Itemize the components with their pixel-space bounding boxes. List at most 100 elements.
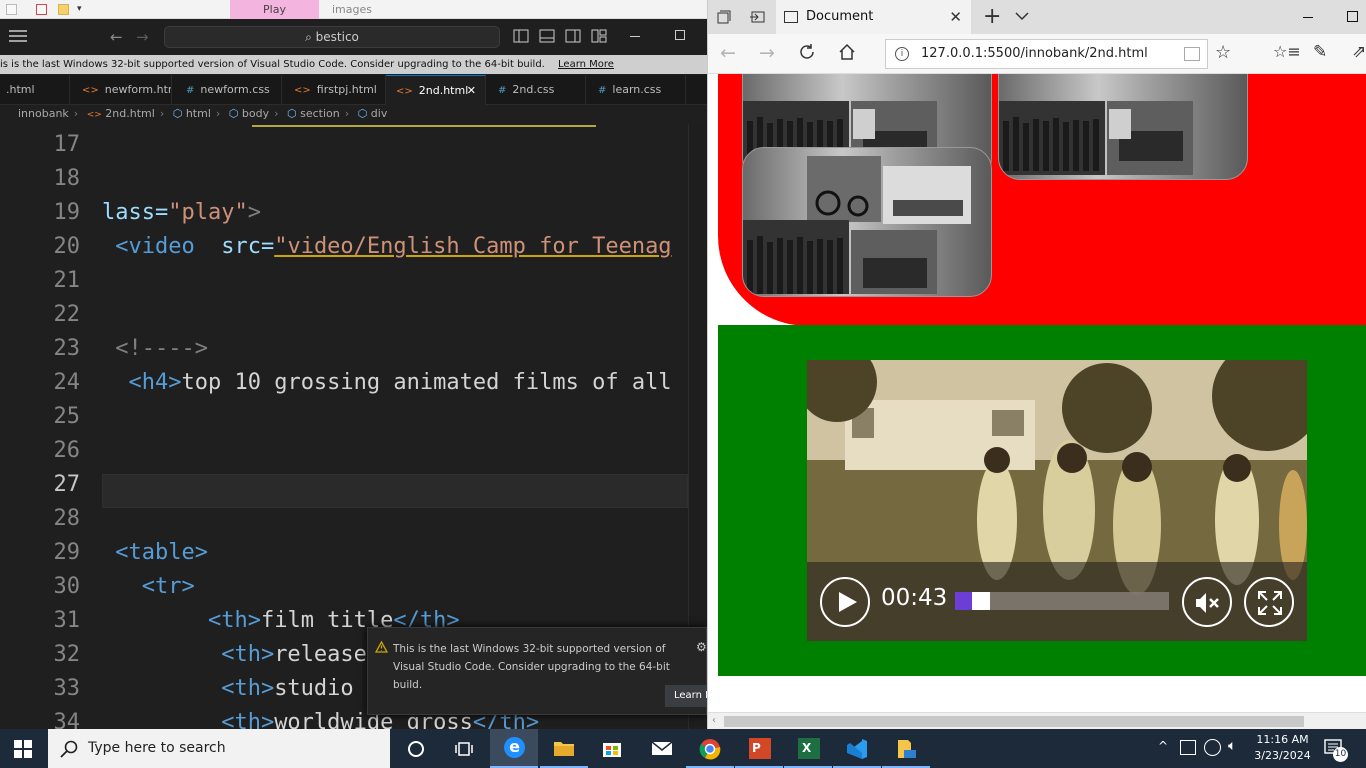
breadcrumb-item[interactable]: html bbox=[186, 107, 211, 120]
tab-firstpj-html[interactable]: <> firstpj.html bbox=[282, 75, 386, 105]
chrome-app-icon[interactable] bbox=[686, 729, 734, 768]
learn-more-button[interactable]: Learn M bbox=[665, 685, 711, 707]
windows-start-icon[interactable] bbox=[14, 740, 32, 758]
breadcrumb-item[interactable]: 2nd.html bbox=[105, 107, 155, 120]
fullscreen-button[interactable] bbox=[1244, 577, 1294, 627]
excel-app-icon[interactable]: X bbox=[784, 729, 832, 768]
properties-icon[interactable] bbox=[36, 4, 47, 15]
quick-access-icon[interactable] bbox=[6, 4, 17, 15]
file-folder-app-icon[interactable] bbox=[882, 729, 930, 768]
banner-text: is is the last Windows 32-bit supported … bbox=[0, 59, 545, 70]
page-icon bbox=[784, 11, 798, 23]
element-symbol-icon: ⬡ bbox=[172, 107, 183, 120]
folder-title: images bbox=[332, 3, 372, 16]
mail-app-icon[interactable] bbox=[638, 729, 686, 768]
tab-newform-css[interactable]: # newform.css bbox=[172, 75, 282, 105]
tab-2nd-css[interactable]: #2nd.css bbox=[486, 75, 586, 105]
cortana-icon[interactable] bbox=[392, 729, 440, 768]
scroll-residue-underline bbox=[252, 124, 596, 127]
system-clock[interactable]: 11:16 AM 3/23/2024 bbox=[1250, 732, 1315, 764]
tab-label: .html bbox=[6, 83, 35, 96]
code-line: <!----> bbox=[102, 336, 208, 361]
command-center-search[interactable]: ⌕ bestico bbox=[164, 26, 500, 48]
forward-arrow-icon[interactable]: → bbox=[136, 28, 149, 46]
scroll-left-icon[interactable]: ‹ bbox=[712, 715, 716, 726]
forward-arrow-icon[interactable]: → bbox=[759, 42, 775, 64]
site-info-icon[interactable]: i bbox=[895, 47, 909, 61]
tab-html[interactable]: .html bbox=[0, 75, 70, 105]
play-button[interactable] bbox=[820, 577, 870, 627]
url-text: 127.0.0.1:5500/innobank/2nd.html bbox=[921, 46, 1148, 61]
share-icon[interactable]: ⇗ bbox=[1352, 42, 1366, 62]
breadcrumb-item[interactable]: div bbox=[371, 107, 388, 120]
seek-thumb[interactable] bbox=[972, 592, 990, 610]
gear-icon[interactable]: ⚙ bbox=[696, 640, 707, 654]
video-player[interactable]: 00:43 bbox=[807, 360, 1307, 641]
mute-button[interactable] bbox=[1182, 577, 1232, 627]
web-note-icon[interactable]: ✎ bbox=[1313, 42, 1327, 62]
vscode-app-icon[interactable] bbox=[833, 729, 881, 768]
new-folder-icon[interactable] bbox=[58, 4, 69, 15]
minimize-icon[interactable] bbox=[1303, 17, 1313, 18]
tab-2nd-html[interactable]: <> 2nd.html ✕ bbox=[386, 75, 486, 105]
browser-tab-bar: Document ✕ + bbox=[708, 0, 1366, 34]
minimize-icon[interactable] bbox=[630, 36, 640, 37]
banner-learn-more-link[interactable]: Learn More bbox=[558, 59, 614, 70]
scrollbar-thumb[interactable] bbox=[724, 716, 1304, 727]
browser-address-bar: ← → i 127.0.0.1:5500/innobank/2nd.html ☆… bbox=[708, 34, 1366, 74]
favorites-hub-icon[interactable]: ☆≡ bbox=[1273, 42, 1301, 61]
menu-icon[interactable] bbox=[9, 29, 27, 43]
maximize-icon[interactable] bbox=[675, 30, 685, 40]
video-seek-bar[interactable] bbox=[955, 592, 1169, 610]
customize-layout-icon[interactable] bbox=[591, 29, 607, 43]
store-app-icon[interactable] bbox=[588, 729, 636, 768]
toggle-secondary-sidebar-icon[interactable] bbox=[565, 29, 581, 43]
volume-icon[interactable]: 🔈︎ bbox=[1228, 738, 1236, 754]
line-number: 29 bbox=[53, 540, 81, 565]
toggle-panel-icon[interactable] bbox=[539, 29, 555, 43]
tab-label: learn.css bbox=[612, 83, 662, 96]
vscode-title-bar: ← → ⌕ bestico bbox=[0, 19, 707, 55]
element-symbol-icon: ⬡ bbox=[228, 107, 239, 120]
powerpoint-app-icon[interactable]: P bbox=[735, 729, 783, 768]
tab-label: 2nd.html bbox=[418, 84, 469, 97]
horizontal-scrollbar[interactable]: ‹ bbox=[708, 712, 1366, 729]
line-number: 21 bbox=[53, 268, 81, 293]
reading-view-icon[interactable] bbox=[1184, 47, 1200, 61]
url-input[interactable]: i 127.0.0.1:5500/innobank/2nd.html bbox=[885, 39, 1208, 69]
favorite-star-icon[interactable]: ☆ bbox=[1215, 42, 1231, 63]
show-hidden-icons-icon[interactable]: ^ bbox=[1158, 739, 1168, 753]
maximize-icon[interactable] bbox=[1347, 11, 1358, 22]
close-tab-icon[interactable]: ✕ bbox=[467, 76, 476, 105]
back-arrow-icon[interactable]: ← bbox=[720, 42, 736, 64]
video-section-green: 00:43 bbox=[718, 325, 1366, 676]
network-globe-icon[interactable] bbox=[1204, 739, 1221, 756]
play-ribbon-tab[interactable]: Play bbox=[230, 0, 319, 19]
taskbar-search-box[interactable]: Type here to search bbox=[48, 729, 390, 768]
breadcrumb-item[interactable]: body bbox=[242, 107, 269, 120]
set-tabs-aside-icon[interactable] bbox=[749, 10, 765, 24]
task-view-icon[interactable] bbox=[440, 729, 488, 768]
chevron-down-icon[interactable] bbox=[1015, 12, 1029, 21]
qat-dropdown-icon[interactable]: ▾ bbox=[77, 4, 82, 14]
refresh-icon[interactable] bbox=[798, 43, 816, 61]
device-icon[interactable] bbox=[1180, 740, 1196, 755]
breadcrumb-item[interactable]: innobank bbox=[18, 107, 69, 120]
code-line: <th>studio bbox=[102, 676, 354, 701]
file-explorer-app-icon[interactable] bbox=[540, 729, 588, 768]
action-center-icon[interactable]: 10 bbox=[1324, 738, 1348, 762]
edge-app-icon[interactable]: e bbox=[490, 729, 538, 768]
close-tab-icon[interactable]: ✕ bbox=[949, 0, 962, 34]
home-icon[interactable] bbox=[838, 43, 856, 61]
toggle-sidebar-icon[interactable] bbox=[513, 29, 529, 43]
line-number: 32 bbox=[53, 642, 81, 667]
tab-learn-css[interactable]: # learn.css bbox=[586, 75, 686, 105]
breadcrumb-item[interactable]: section bbox=[300, 107, 340, 120]
new-tab-icon[interactable]: + bbox=[983, 4, 1001, 29]
tab-document[interactable]: Document ✕ bbox=[776, 0, 971, 34]
breadcrumb: innobank › <> 2nd.html › ⬡ html › ⬡ body › ⬡… bbox=[0, 105, 707, 123]
back-arrow-icon[interactable]: ← bbox=[110, 28, 123, 46]
element-symbol-icon: ⬡ bbox=[287, 107, 297, 120]
tab-newform-html[interactable]: <> newform.html bbox=[70, 75, 172, 105]
tab-actions-icon[interactable] bbox=[717, 10, 731, 24]
